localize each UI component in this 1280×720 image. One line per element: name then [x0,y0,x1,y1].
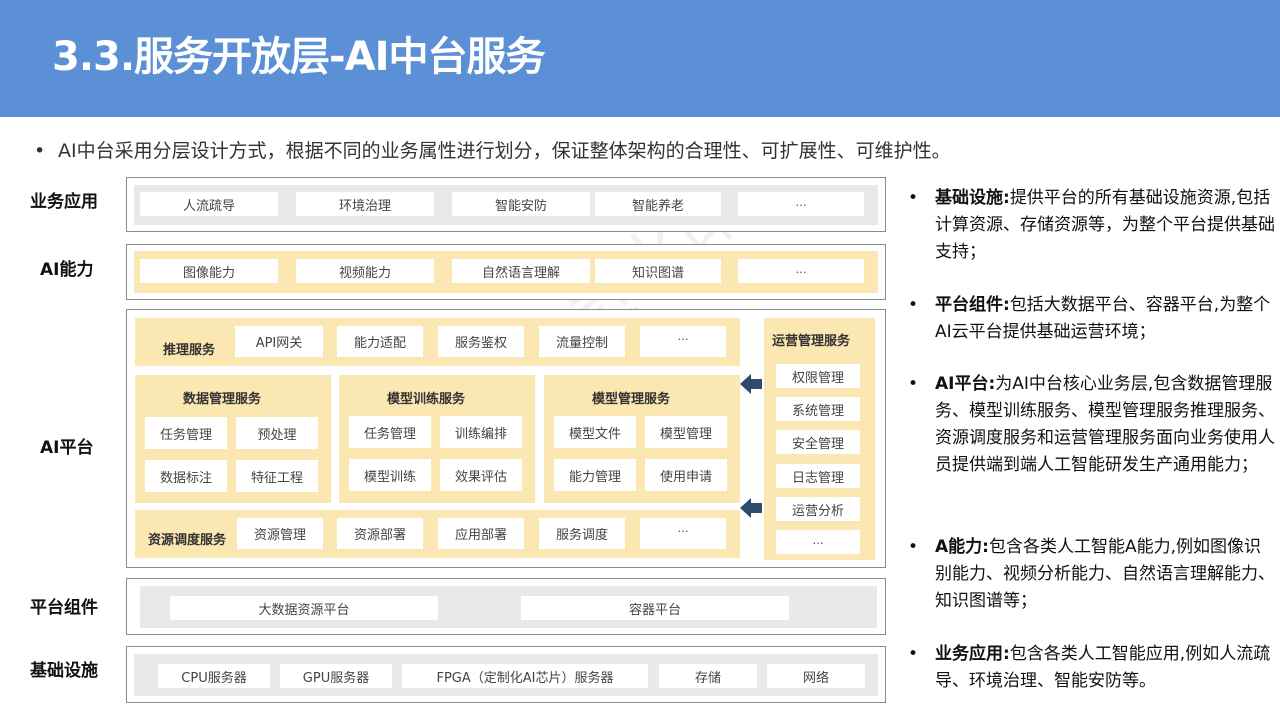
scheduling-item-more: … [640,518,726,549]
model-training-title: 模型训练服务 [387,392,466,407]
data-management-item: 任务管理 [145,417,227,449]
infrastructure-item: GPU服务器 [280,664,392,688]
operations-management-title: 运营管理服务 [772,334,851,349]
description-bullet: • [908,295,919,315]
infrastructure-item: 存储 [659,664,757,688]
model-training-item: 任务管理 [349,416,431,448]
model-management-item: 使用申请 [645,459,727,491]
scheduling-item: 资源管理 [237,518,323,549]
description-term: AI平台: [935,374,996,394]
model-training-item: 模型训练 [349,459,431,491]
ability-item: 视频能力 [296,259,434,283]
description-term: 平台组件: [935,295,1010,315]
inference-item: 流量控制 [539,326,625,357]
scheduling-item: 应用部署 [438,518,524,549]
layer-label-infrastructure: 基础设施 [30,661,98,681]
data-management-band: 数据管理服务 任务管理 预处理 数据标注 特征工程 [135,375,331,503]
data-management-title: 数据管理服务 [183,392,262,407]
page-title: 3.3.服务开放层-AI中台服务 [52,34,545,80]
components-band: 大数据资源平台 容器平台 [140,586,877,628]
operations-item: 安全管理 [776,430,860,454]
inference-item-more: … [640,326,726,357]
inference-service-title: 推理服务 [163,343,216,358]
operations-management-band: 运营管理服务 权限管理 系统管理 安全管理 日志管理 运营分析 … [764,318,875,560]
arrow-left-shape [740,374,762,394]
data-management-item: 预处理 [236,417,318,449]
layer-label-business: 业务应用 [30,192,98,212]
ability-item: 自然语言理解 [452,259,590,283]
arrow-left-icon [740,374,762,394]
ability-layer-frame: 图像能力 视频能力 自然语言理解 知识图谱 … [126,244,886,300]
description-bullet: • [908,644,919,664]
data-management-item: 数据标注 [145,460,227,492]
business-item-more: … [738,192,864,216]
model-management-item: 能力管理 [554,459,636,491]
description-bullet: • [908,188,919,208]
business-item: 智能安防 [452,192,590,216]
resource-scheduling-band: 资源调度服务 资源管理 资源部署 应用部署 服务调度 … [135,510,740,558]
model-management-title: 模型管理服务 [592,392,671,407]
business-layer-frame: 人流疏导 环境治理 智能安防 智能养老 … [126,177,886,232]
description-bullet: • [908,537,919,557]
model-training-item: 训练编排 [440,416,522,448]
scheduling-item: 服务调度 [539,518,625,549]
components-item: 容器平台 [521,596,789,620]
layer-label-components: 平台组件 [30,598,98,618]
model-management-band: 模型管理服务 模型文件 模型管理 能力管理 使用申请 [544,375,740,503]
model-management-item: 模型文件 [554,416,636,448]
title-bar: 3.3.服务开放层-AI中台服务 [0,0,1280,117]
resource-scheduling-title: 资源调度服务 [148,533,227,548]
business-band: 人流疏导 环境治理 智能安防 智能养老 … [134,185,878,225]
model-management-item: 模型管理 [645,416,727,448]
description-bullet: • [908,374,919,394]
intro-bullet: • [34,140,46,162]
ability-item-more: … [738,259,864,283]
infrastructure-item: FPGA（定制化AI芯片）服务器 [402,664,648,688]
infrastructure-band: CPU服务器 GPU服务器 FPGA（定制化AI芯片）服务器 存储 网络 [134,654,878,696]
operations-item: 系统管理 [776,397,860,421]
arrow-left-shape [740,498,762,518]
components-item: 大数据资源平台 [170,596,438,620]
infrastructure-item: CPU服务器 [158,664,270,688]
business-item: 智能养老 [595,192,721,216]
layer-label-platform: AI平台 [40,438,94,458]
model-training-item: 效果评估 [440,459,522,491]
ability-item: 知识图谱 [595,259,721,283]
inference-item: 能力适配 [337,326,423,357]
intro-line: • AI中台采用分层设计方式，根据不同的业务属性进行划分，保证整体架构的合理性、可… [34,136,951,163]
operations-item: 运营分析 [776,497,860,521]
model-training-band: 模型训练服务 任务管理 训练编排 模型训练 效果评估 [339,375,535,503]
business-item: 人流疏导 [140,192,278,216]
ability-item: 图像能力 [140,259,278,283]
inference-item: 服务鉴权 [438,326,524,357]
intro-text: AI中台采用分层设计方式，根据不同的业务属性进行划分，保证整体架构的合理性、可扩… [58,140,951,162]
operations-item: 日志管理 [776,464,860,488]
inference-item: API网关 [235,326,323,357]
operations-item-more: … [776,530,860,554]
description-term: 基础设施: [935,188,1010,208]
operations-item: 权限管理 [776,364,860,388]
infrastructure-item: 网络 [767,664,865,688]
scheduling-item: 资源部署 [337,518,423,549]
layer-label-ability: AI能力 [40,260,94,280]
components-layer-frame: 大数据资源平台 容器平台 [126,578,886,635]
description-term: A能力: [935,537,989,557]
business-item: 环境治理 [296,192,434,216]
ability-band: 图像能力 视频能力 自然语言理解 知识图谱 … [134,251,878,293]
inference-service-band: 推理服务 API网关 能力适配 服务鉴权 流量控制 … [135,318,740,366]
description-term: 业务应用: [935,644,1010,664]
platform-layer-frame: 推理服务 API网关 能力适配 服务鉴权 流量控制 … 数据管理服务 任务管理 … [126,309,886,568]
arrow-left-icon [740,498,762,518]
infrastructure-layer-frame: CPU服务器 GPU服务器 FPGA（定制化AI芯片）服务器 存储 网络 [126,646,886,703]
data-management-item: 特征工程 [236,460,318,492]
